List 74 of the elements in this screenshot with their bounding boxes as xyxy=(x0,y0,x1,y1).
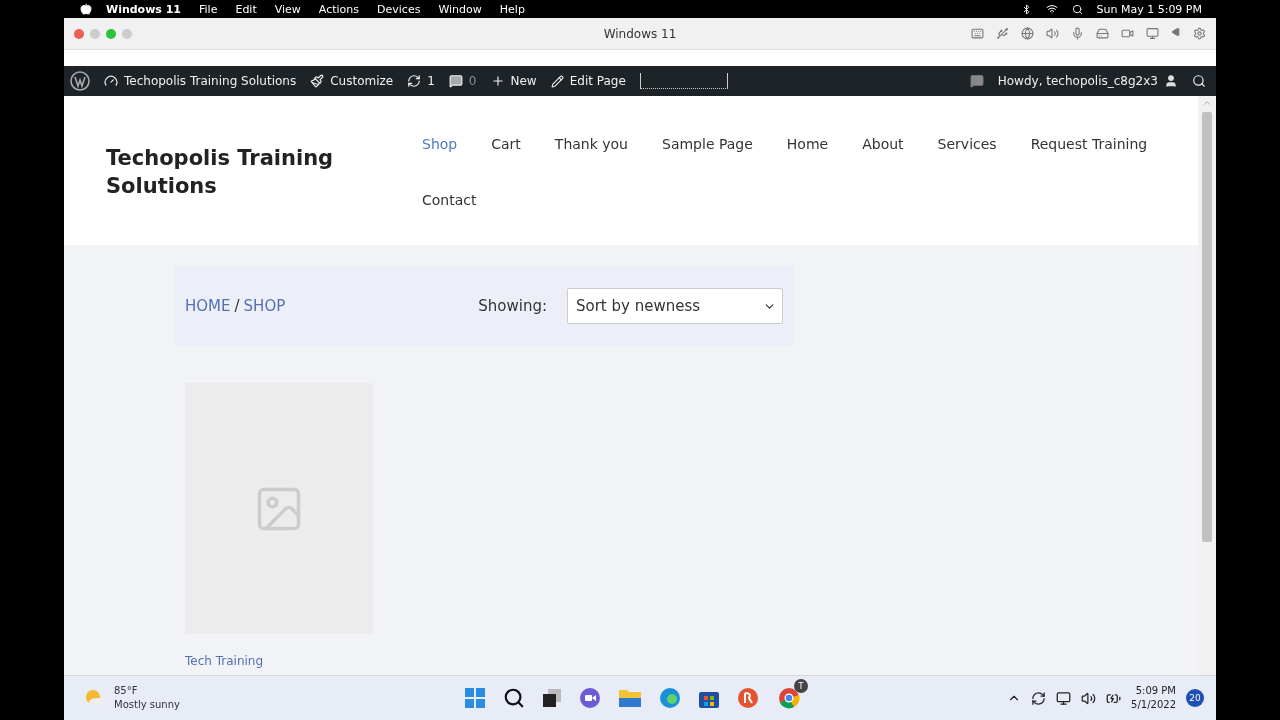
app-icon[interactable] xyxy=(737,687,759,709)
menu-item[interactable]: Help xyxy=(499,2,525,16)
usb-icon[interactable] xyxy=(996,27,1009,40)
showing-label: Showing: xyxy=(478,297,547,315)
microphone-icon[interactable] xyxy=(1071,27,1084,40)
refresh-icon xyxy=(407,74,422,88)
site-name-link[interactable]: Techopolis Training Solutions xyxy=(104,74,297,88)
plus-icon xyxy=(490,74,505,88)
weather-condition: Mostly sunny xyxy=(114,698,180,712)
breadcrumb-separator: / xyxy=(234,297,240,315)
nav-link[interactable]: Request Training xyxy=(1030,135,1148,153)
start-icon[interactable] xyxy=(464,687,486,709)
brush-icon xyxy=(310,74,325,88)
nav-link[interactable]: Sample Page xyxy=(662,135,753,153)
speaker-icon[interactable] xyxy=(1046,27,1059,40)
howdy-link[interactable]: Howdy, techopolis_c8g2x3 xyxy=(997,74,1178,88)
nav-link[interactable]: Services xyxy=(937,135,997,153)
scrollbar[interactable] xyxy=(1198,96,1216,675)
edit-page-link[interactable]: Edit Page xyxy=(550,74,626,88)
network-icon[interactable] xyxy=(1056,690,1072,706)
comments-link[interactable]: 0 xyxy=(448,74,477,88)
menu-item[interactable]: File xyxy=(199,2,218,16)
folder-icon[interactable] xyxy=(618,688,642,708)
comment-icon[interactable] xyxy=(969,74,984,88)
nav-link[interactable]: Home xyxy=(786,135,829,153)
close-button[interactable] xyxy=(74,28,84,39)
menu-item[interactable]: View xyxy=(274,2,301,16)
menu-item[interactable]: Edit xyxy=(235,2,257,16)
back-icon[interactable] xyxy=(1171,27,1181,37)
search-icon[interactable] xyxy=(503,687,525,709)
breadcrumb-link[interactable]: SHOP xyxy=(243,297,286,315)
apple-icon[interactable] xyxy=(80,3,92,15)
app-menu[interactable]: Windows 11 xyxy=(106,2,181,16)
pencil-icon xyxy=(550,74,564,88)
menu-item[interactable]: Devices xyxy=(377,2,421,16)
display-icon[interactable] xyxy=(1146,27,1159,40)
taskbar-clock[interactable]: 5:09 PM 5/1/2022 xyxy=(1131,684,1176,712)
nav-link[interactable]: About xyxy=(862,135,904,153)
search-icon[interactable] xyxy=(1071,3,1083,15)
zoom-button[interactable] xyxy=(106,28,116,39)
sort-dropdown[interactable]: Sort by newness xyxy=(567,288,783,324)
notification-badge[interactable]: 20 xyxy=(1186,689,1204,707)
site-title: Techopolis Training Solutions xyxy=(106,145,335,200)
product-link[interactable]: Tech Training xyxy=(185,654,1198,668)
updates-link[interactable]: 1 xyxy=(407,74,435,88)
keyboard-icon[interactable] xyxy=(971,27,984,40)
nav-link[interactable]: Cart xyxy=(491,135,521,153)
drive-icon[interactable] xyxy=(1096,27,1109,40)
settings-icon[interactable] xyxy=(1193,27,1206,40)
menu-item[interactable]: Window xyxy=(438,2,482,16)
chrome-icon[interactable] xyxy=(778,687,800,709)
wordpress-logo[interactable] xyxy=(70,71,90,91)
wifi-icon[interactable] xyxy=(1045,3,1058,15)
customize-link[interactable]: Customize xyxy=(310,74,394,88)
task-view-icon[interactable] xyxy=(542,688,562,708)
breadcrumb-link[interactable]: HOME xyxy=(185,297,231,315)
search-icon[interactable] xyxy=(1192,74,1206,88)
nav-link[interactable]: Contact xyxy=(422,191,477,209)
window-title: Windows 11 xyxy=(603,26,677,41)
new-link[interactable]: New xyxy=(490,74,537,88)
nav-link[interactable]: Shop xyxy=(422,135,458,153)
nav-link[interactable]: Thank you xyxy=(554,135,628,153)
menu-item[interactable]: Actions xyxy=(318,2,360,16)
globe-icon[interactable] xyxy=(1021,27,1034,40)
chat-icon[interactable] xyxy=(579,687,601,709)
profile-badge: T xyxy=(794,679,808,693)
volume-icon[interactable] xyxy=(1081,690,1097,706)
weather-temperature: 85°F xyxy=(114,684,139,698)
menu-clock[interactable]: Sun May 1 5:09 PM xyxy=(1096,2,1202,16)
avatar-icon xyxy=(1164,74,1178,88)
comment-icon xyxy=(448,74,463,88)
camera-icon[interactable] xyxy=(1121,27,1134,40)
dashboard-icon xyxy=(104,74,118,88)
sync-icon[interactable] xyxy=(1031,690,1047,706)
